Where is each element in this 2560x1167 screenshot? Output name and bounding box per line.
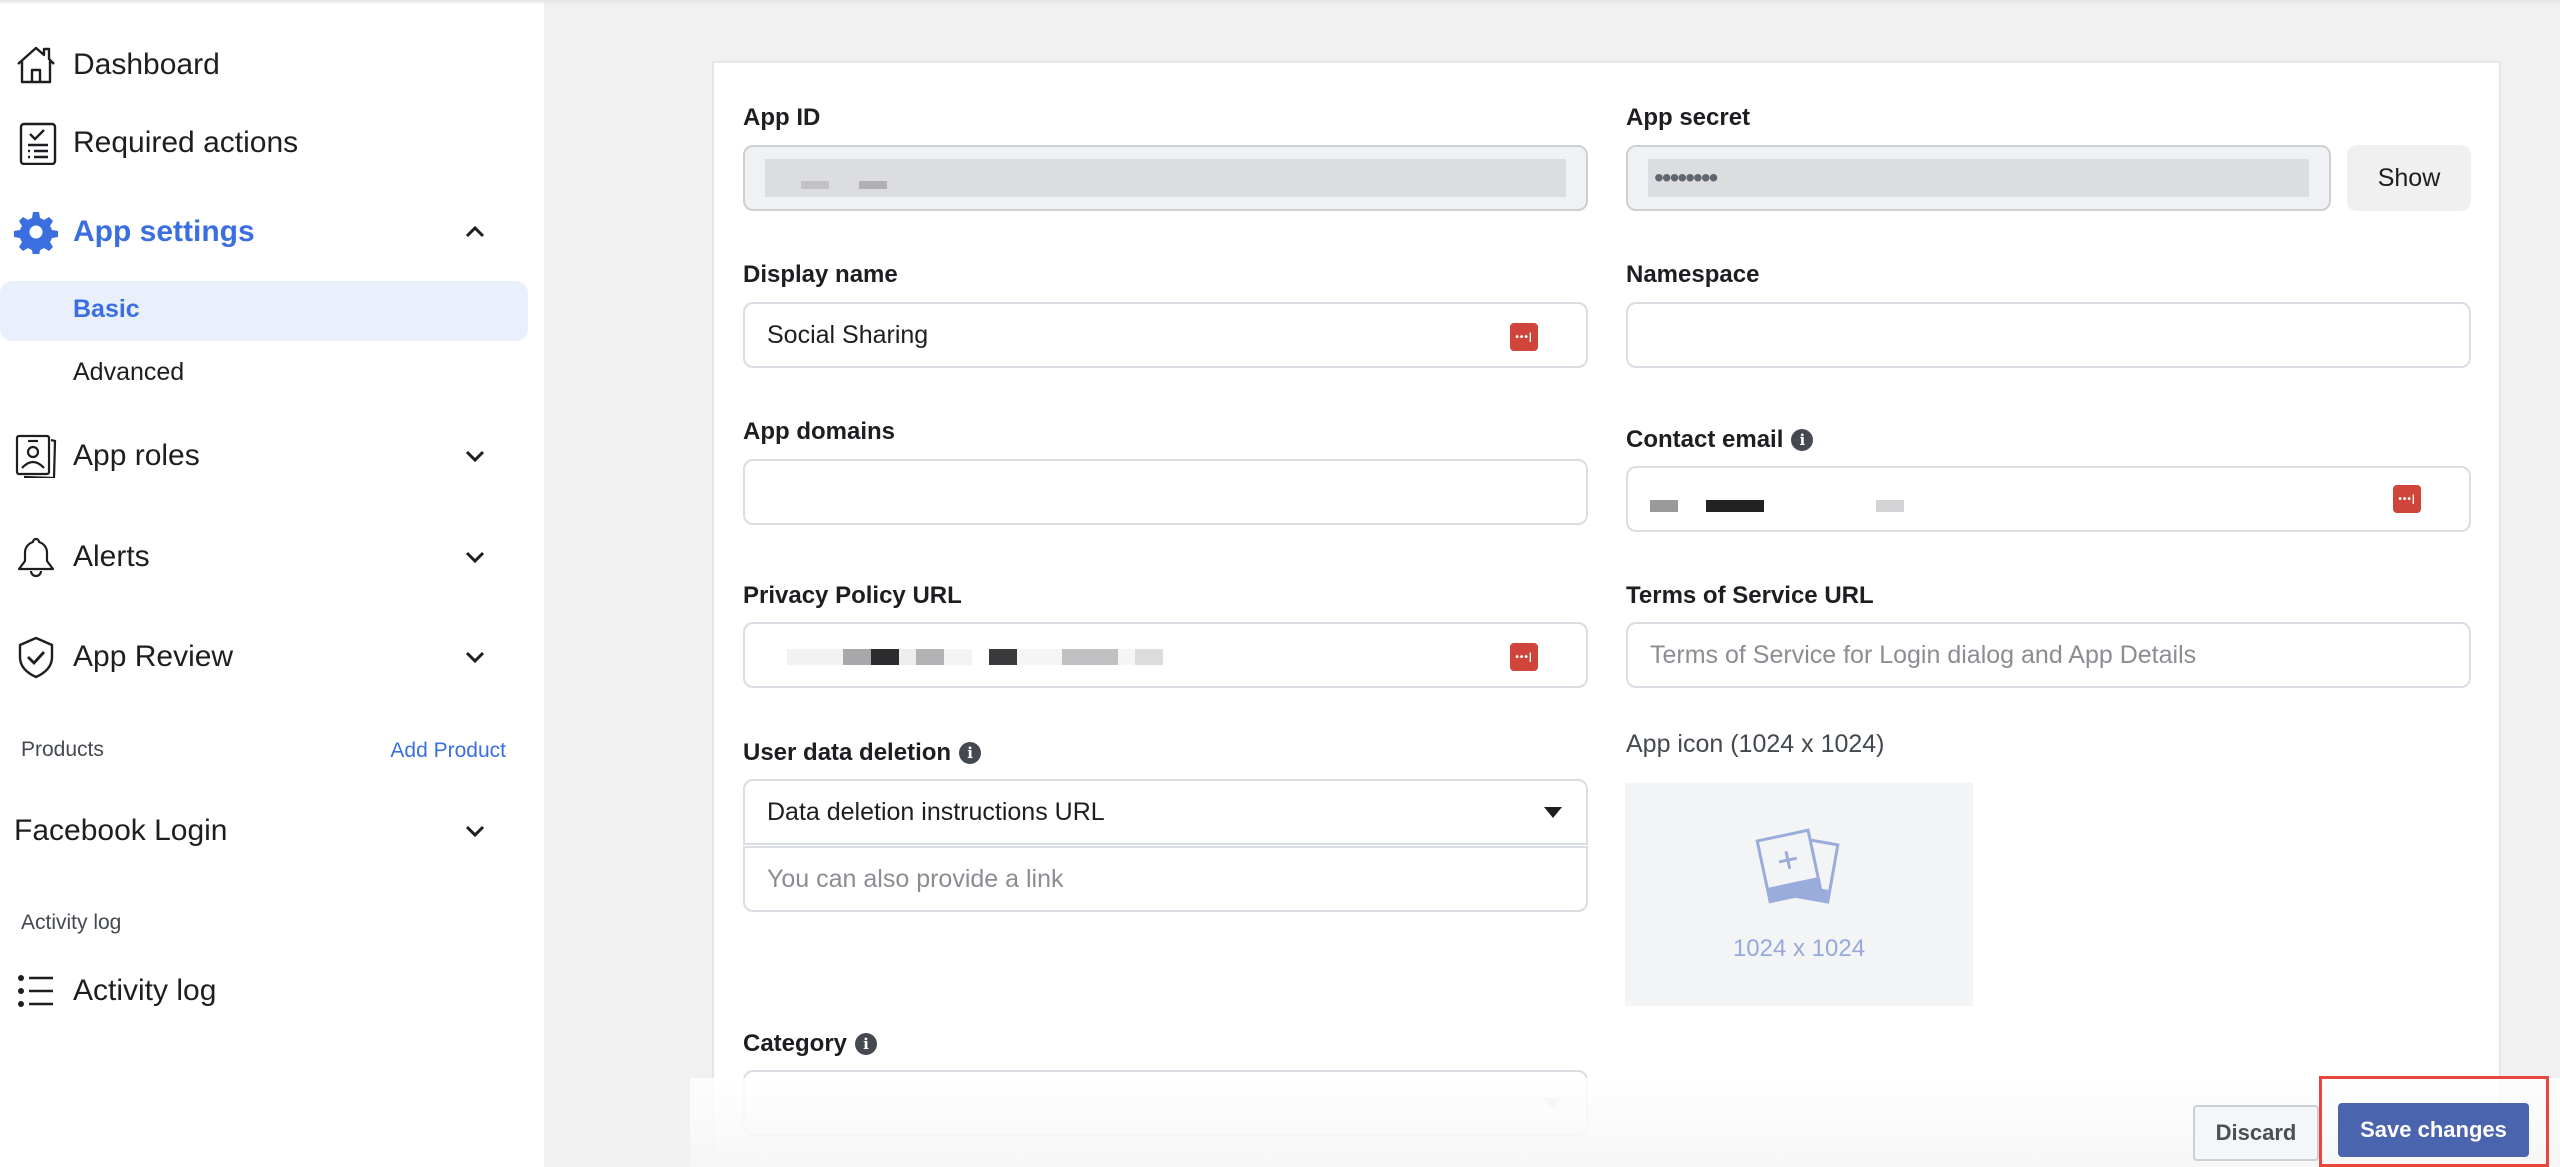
app-domains-label: App domains xyxy=(743,418,896,445)
shield-check-icon xyxy=(14,635,58,679)
list-icon xyxy=(14,969,58,1013)
basic-settings-card xyxy=(712,61,2501,1167)
sidebar-item-label: App Review xyxy=(73,640,234,673)
privacy-policy-url-input[interactable]: •••| xyxy=(743,622,1588,688)
sidebar-item-required-actions[interactable]: Required actions xyxy=(0,118,530,168)
image-upload-icon xyxy=(1749,826,1849,921)
lastpass-icon[interactable]: •••| xyxy=(1510,323,1538,351)
top-shadow xyxy=(0,0,2560,5)
chevron-down-icon[interactable] xyxy=(460,441,490,471)
chevron-down-icon[interactable] xyxy=(460,816,490,846)
sidebar-item-label: Alerts xyxy=(73,540,150,573)
app-domains-input[interactable] xyxy=(743,459,1588,525)
contact-email-label-text: Contact email xyxy=(1626,426,1784,453)
lastpass-icon[interactable]: •••| xyxy=(2393,485,2421,513)
sidebar-item-app-review[interactable]: App Review xyxy=(0,632,530,682)
app-icon-size-text: 1024 x 1024 xyxy=(1732,935,1866,962)
info-icon[interactable]: i xyxy=(1791,429,1814,451)
user-data-deletion-selected: Data deletion instructions URL xyxy=(767,797,1105,826)
sidebar-item-label: Facebook Login xyxy=(14,814,228,847)
products-section-title: Products xyxy=(21,738,104,761)
sidebar-item-label: Activity log xyxy=(73,974,217,1007)
add-product-link[interactable]: Add Product xyxy=(390,739,506,763)
display-name-input[interactable]: Social Sharing •••| xyxy=(743,302,1588,368)
id-badge-icon xyxy=(14,434,58,478)
bell-icon xyxy=(14,535,58,579)
app-secret-value: •••••••• xyxy=(1648,159,2309,197)
app-id-field[interactable] xyxy=(743,145,1588,211)
sidebar-item-label: Required actions xyxy=(73,126,299,159)
app-id-label: App ID xyxy=(743,104,821,131)
home-icon xyxy=(14,43,58,87)
show-secret-button[interactable]: Show xyxy=(2347,145,2471,211)
sidebar-item-label: App roles xyxy=(73,439,200,472)
namespace-label: Namespace xyxy=(1626,261,1760,288)
namespace-input[interactable] xyxy=(1626,302,2471,368)
activity-section-title: Activity log xyxy=(21,911,122,934)
app-icon-label: App icon (1024 x 1024) xyxy=(1626,730,1885,758)
discard-button[interactable]: Discard xyxy=(2193,1105,2319,1161)
gear-icon xyxy=(14,210,58,254)
info-icon[interactable]: i xyxy=(959,742,982,764)
sidebar-item-dashboard[interactable]: Dashboard xyxy=(0,40,530,90)
sidebar-item-label: Dashboard xyxy=(73,48,220,81)
terms-of-service-url-label: Terms of Service URL xyxy=(1626,582,1874,609)
display-name-value: Social Sharing xyxy=(767,320,929,349)
chevron-up-icon[interactable] xyxy=(460,217,490,247)
lastpass-icon[interactable]: •••| xyxy=(1510,643,1538,671)
data-deletion-link-placeholder: You can also provide a link xyxy=(767,864,1064,893)
sidebar-item-app-roles[interactable]: App roles xyxy=(0,431,530,481)
sidebar-item-facebook-login[interactable]: Facebook Login xyxy=(0,806,530,856)
sidebar-item-label: App settings xyxy=(73,215,255,248)
data-deletion-link-input[interactable]: You can also provide a link xyxy=(743,846,1588,912)
save-changes-button[interactable]: Save changes xyxy=(2338,1103,2529,1157)
category-label: Category i xyxy=(743,1030,878,1058)
sidebar-subitem-advanced[interactable]: Advanced xyxy=(0,344,528,404)
contact-email-label: Contact email i xyxy=(1626,426,1814,454)
sidebar: Dashboard Required actions App settings … xyxy=(0,0,544,1167)
app-id-value-redacted xyxy=(765,159,1566,197)
chevron-down-icon[interactable] xyxy=(460,542,490,572)
app-icon-upload[interactable]: 1024 x 1024 xyxy=(1625,783,1973,1006)
privacy-policy-url-value-redacted xyxy=(787,649,1163,665)
category-label-text: Category xyxy=(743,1030,848,1057)
sidebar-item-activity-log[interactable]: Activity log xyxy=(0,966,530,1016)
checklist-icon xyxy=(14,121,58,165)
sidebar-subitem-label: Advanced xyxy=(73,358,185,386)
sidebar-item-app-settings[interactable]: App settings xyxy=(0,207,530,257)
sidebar-subitem-basic[interactable]: Basic xyxy=(0,281,528,341)
user-data-deletion-label: User data deletion i xyxy=(743,739,982,767)
contact-email-value-redacted xyxy=(1650,500,1904,512)
user-data-deletion-label-text: User data deletion xyxy=(743,739,952,766)
terms-of-service-url-placeholder: Terms of Service for Login dialog and Ap… xyxy=(1650,640,2197,669)
contact-email-input[interactable]: •••| xyxy=(1626,466,2471,532)
sidebar-subitem-label: Basic xyxy=(73,295,140,323)
terms-of-service-url-input[interactable]: Terms of Service for Login dialog and Ap… xyxy=(1626,622,2471,688)
sidebar-item-alerts[interactable]: Alerts xyxy=(0,532,530,582)
dropdown-caret-icon xyxy=(1544,807,1562,818)
info-icon[interactable]: i xyxy=(855,1033,878,1055)
user-data-deletion-select[interactable]: Data deletion instructions URL xyxy=(743,779,1588,845)
app-secret-field[interactable]: •••••••• xyxy=(1626,145,2331,211)
privacy-policy-url-label: Privacy Policy URL xyxy=(743,582,962,609)
display-name-label: Display name xyxy=(743,261,898,288)
app-secret-label: App secret xyxy=(1626,104,1751,131)
chevron-down-icon[interactable] xyxy=(460,642,490,672)
